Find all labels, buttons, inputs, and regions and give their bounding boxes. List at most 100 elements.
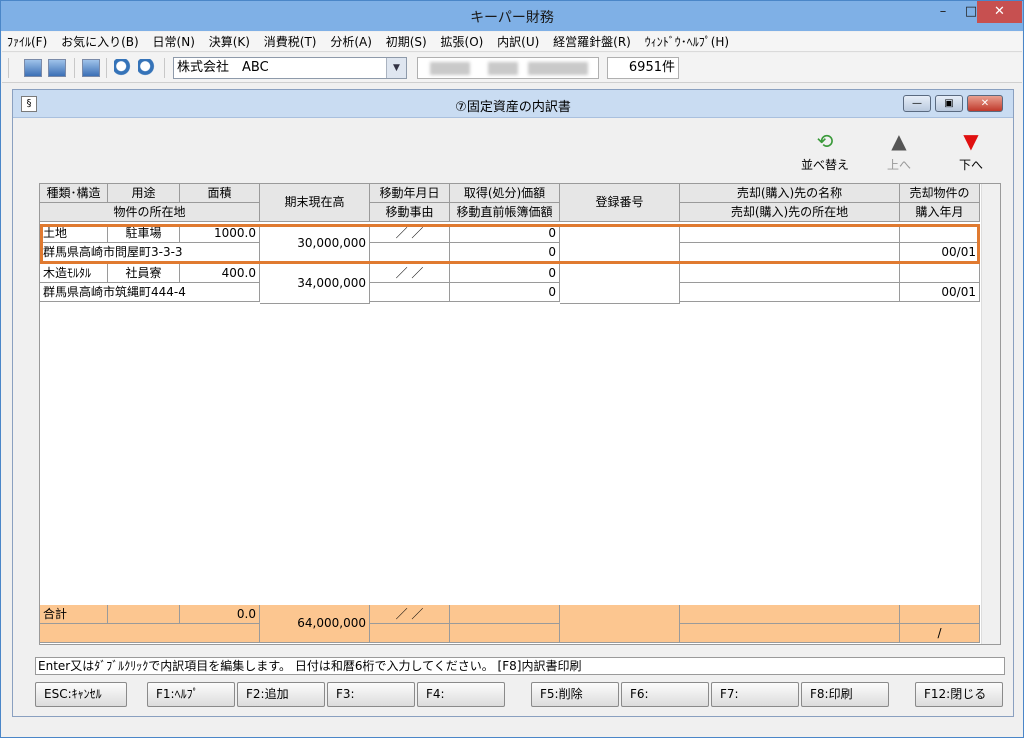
menu-bar: ﾌｧｲﾙ(F) お気に入り(B) 日常(N) 決算(K) 消費税(T) 分析(A…	[2, 32, 1022, 52]
header-area: 面積	[180, 184, 260, 203]
child-title-bar: § ⑦固定資産の内訳書 — ▣ ✕	[13, 90, 1013, 118]
toolbar-separator	[74, 58, 75, 78]
minimize-button[interactable]: –	[929, 1, 957, 23]
child-restore-button[interactable]: ▣	[935, 95, 963, 112]
sort-button[interactable]: ⟲ 並べ替え	[795, 130, 855, 173]
cell-location[interactable]: 群馬県高崎市筑縄町444-4	[40, 283, 260, 302]
total-area: 0.0	[180, 605, 260, 624]
child-close-button[interactable]: ✕	[967, 95, 1003, 112]
f1-help-button[interactable]: F1:ﾍﾙﾌﾟ	[147, 682, 235, 707]
arrow-up-icon: ▲	[891, 129, 907, 153]
f6-button[interactable]: F6:	[621, 682, 709, 707]
header-balance: 期末現在高	[260, 184, 370, 222]
header-buy-ym: 購入年月	[900, 203, 980, 222]
cell-type[interactable]: 木造ﾓﾙﾀﾙ	[40, 264, 108, 283]
cell-buyer-name[interactable]	[680, 264, 900, 283]
vertical-scrollbar[interactable]	[981, 184, 1000, 644]
cell-acq-price[interactable]: 0	[450, 264, 560, 283]
header-move-reason: 移動事由	[370, 203, 450, 222]
chart-icon[interactable]	[82, 59, 100, 77]
move-up-label: 上へ	[886, 158, 911, 172]
menu-daily[interactable]: 日常(N)	[148, 32, 200, 52]
menu-analysis[interactable]: 分析(A)	[325, 32, 377, 52]
cell-move-reason[interactable]	[370, 283, 450, 302]
total-buyer-name	[680, 605, 900, 624]
status-bar: Enter又はﾀﾞﾌﾞﾙｸﾘｯｸで内訳項目を編集します。 日付は和暦6桁で入力し…	[35, 657, 1005, 675]
cell-sold-item[interactable]	[900, 264, 980, 283]
total-move-date: ／ ／	[370, 605, 450, 624]
redacted-field	[417, 57, 599, 79]
menu-setup[interactable]: 初期(S)	[381, 32, 432, 52]
zoom-out-icon[interactable]	[138, 59, 156, 77]
sort-icon: ⟲	[816, 129, 834, 153]
cell-move-date[interactable]: ／ ／	[370, 264, 450, 283]
total-label: 合計	[40, 605, 108, 624]
total-balance: 64,000,000	[260, 605, 370, 643]
total-book-value	[450, 624, 560, 643]
f3-button[interactable]: F3:	[327, 682, 415, 707]
cell-book-value[interactable]: 0	[450, 283, 560, 302]
menu-extension[interactable]: 拡張(O)	[436, 32, 489, 52]
menu-closing[interactable]: 決算(K)	[204, 32, 255, 52]
function-key-bar: ESC:ｷｬﾝｾﾙ F1:ﾍﾙﾌﾟ F2:追加 F3: F4: F5:削除 F6…	[35, 682, 1005, 708]
toolbar-grip	[8, 58, 9, 78]
total-use	[108, 605, 180, 624]
window-title: キーパー財務	[470, 10, 554, 26]
f5-delete-button[interactable]: F5:削除	[531, 682, 619, 707]
arrow-down-icon: ▼	[963, 129, 979, 153]
redacted-mark	[528, 62, 588, 75]
selected-row-highlight	[40, 224, 980, 264]
redacted-mark	[488, 62, 518, 75]
child-minimize-button[interactable]: —	[903, 95, 931, 112]
f4-button[interactable]: F4:	[417, 682, 505, 707]
close-button[interactable]: ✕	[977, 1, 1022, 23]
move-down-label: 下へ	[958, 158, 983, 172]
toolbar-separator	[106, 58, 107, 78]
cell-balance[interactable]: 34,000,000	[260, 264, 370, 304]
header-acq-price: 取得(処分)価額	[450, 184, 560, 203]
esc-cancel-button[interactable]: ESC:ｷｬﾝｾﾙ	[35, 682, 127, 707]
header-use: 用途	[108, 184, 180, 203]
cell-area[interactable]: 400.0	[180, 264, 260, 283]
header-buyer-addr: 売却(購入)先の所在地	[680, 203, 900, 222]
total-buyer-addr	[680, 624, 900, 643]
record-count: 6951件	[607, 57, 679, 79]
menu-tax[interactable]: 消費税(T)	[259, 32, 322, 52]
f12-close-button[interactable]: F12:閉じる	[915, 682, 1003, 707]
breakdown-window: § ⑦固定資産の内訳書 — ▣ ✕ ⟲ 並べ替え ▲ 上へ ▼ 下へ 種類･構造…	[12, 89, 1014, 717]
breakdown-table: 種類･構造 用途 面積 物件の所在地 期末現在高 移動年月日 移動事由 取得(処…	[39, 183, 1001, 645]
total-location	[40, 624, 260, 643]
header-location: 物件の所在地	[40, 203, 260, 222]
total-buy-ym: /	[900, 624, 980, 643]
move-down-button[interactable]: ▼ 下へ	[941, 130, 1001, 173]
header-type: 種類･構造	[40, 184, 108, 203]
menu-compass[interactable]: 経営羅針盤(R)	[548, 32, 636, 52]
menu-window-help[interactable]: ｳｨﾝﾄﾞｳ･ﾍﾙﾌﾟ(H)	[640, 32, 734, 52]
header-move-date: 移動年月日	[370, 184, 450, 203]
cell-buyer-addr[interactable]	[680, 283, 900, 302]
chevron-down-icon[interactable]: ▼	[386, 58, 406, 78]
total-acq-price	[450, 605, 560, 624]
add-window-icon[interactable]	[48, 59, 66, 77]
header-sold-item: 売却物件の	[900, 184, 980, 203]
menu-favorites[interactable]: お気に入り(B)	[56, 32, 144, 52]
title-bar: キーパー財務 – □ ✕	[1, 1, 1023, 31]
f7-button[interactable]: F7:	[711, 682, 799, 707]
menu-file[interactable]: ﾌｧｲﾙ(F)	[2, 32, 52, 52]
menu-breakdown[interactable]: 内訳(U)	[492, 32, 544, 52]
sort-label: 並べ替え	[800, 158, 849, 172]
monitor-icon[interactable]	[24, 59, 42, 77]
company-name: 株式会社 ABC	[177, 60, 269, 75]
cell-use[interactable]: 社員寮	[108, 264, 180, 283]
header-book-value: 移動直前帳簿価額	[450, 203, 560, 222]
toolbar-separator	[164, 58, 165, 78]
f8-print-button[interactable]: F8:印刷	[801, 682, 889, 707]
move-up-button[interactable]: ▲ 上へ	[869, 130, 929, 173]
company-select[interactable]: 株式会社 ABC ▼	[173, 57, 407, 79]
cell-reg-no[interactable]	[560, 264, 680, 304]
total-reg-no	[560, 605, 680, 643]
zoom-in-icon[interactable]	[114, 59, 132, 77]
f2-add-button[interactable]: F2:追加	[237, 682, 325, 707]
cell-buy-ym[interactable]: 00/01	[900, 283, 980, 302]
redacted-mark	[430, 62, 470, 75]
